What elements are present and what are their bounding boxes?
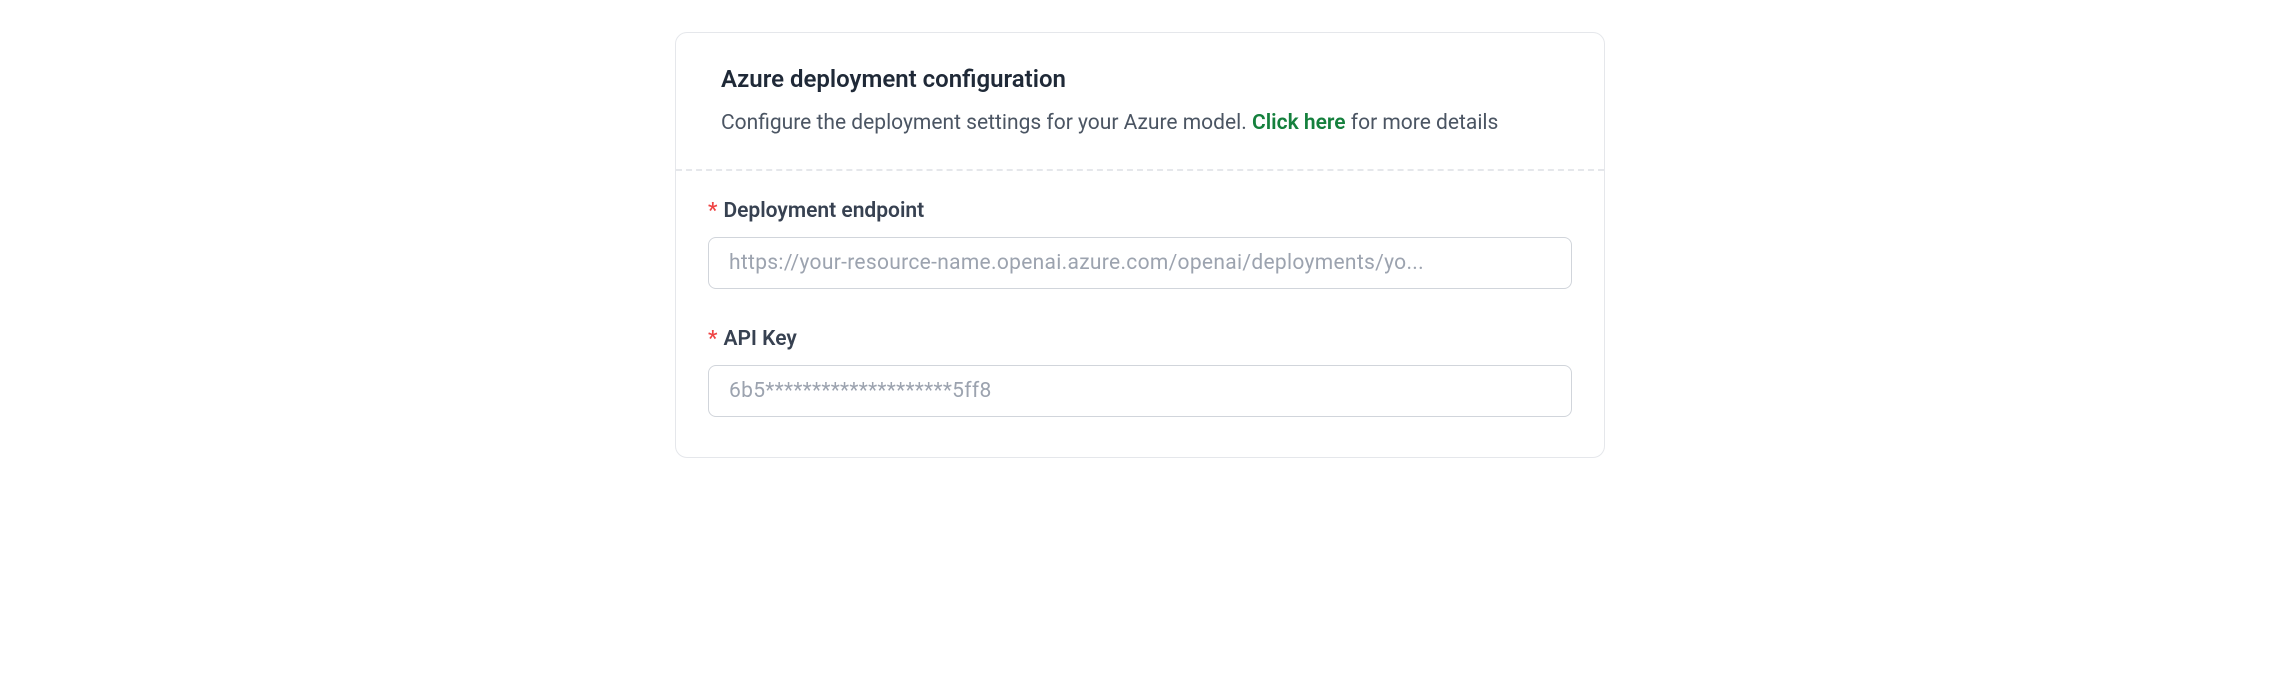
config-card: Azure deployment configuration Configure… bbox=[675, 32, 1605, 458]
endpoint-field-group: *Deployment endpoint bbox=[708, 199, 1572, 289]
card-title: Azure deployment configuration bbox=[721, 65, 1559, 93]
apikey-label: *API Key bbox=[708, 327, 1572, 351]
card-description: Configure the deployment settings for yo… bbox=[721, 107, 1559, 141]
card-body: *Deployment endpoint *API Key bbox=[676, 171, 1604, 457]
required-asterisk-icon: * bbox=[708, 199, 717, 223]
endpoint-label: *Deployment endpoint bbox=[708, 199, 1572, 223]
card-header: Azure deployment configuration Configure… bbox=[676, 33, 1604, 169]
description-before-link: Configure the deployment settings for yo… bbox=[721, 111, 1252, 135]
api-key-input[interactable] bbox=[708, 365, 1572, 417]
apikey-field-group: *API Key bbox=[708, 327, 1572, 417]
description-after-link: for more details bbox=[1346, 111, 1499, 135]
endpoint-label-text: Deployment endpoint bbox=[723, 199, 924, 223]
required-asterisk-icon: * bbox=[708, 327, 717, 351]
apikey-label-text: API Key bbox=[723, 327, 796, 351]
docs-link[interactable]: Click here bbox=[1252, 111, 1346, 135]
deployment-endpoint-input[interactable] bbox=[708, 237, 1572, 289]
